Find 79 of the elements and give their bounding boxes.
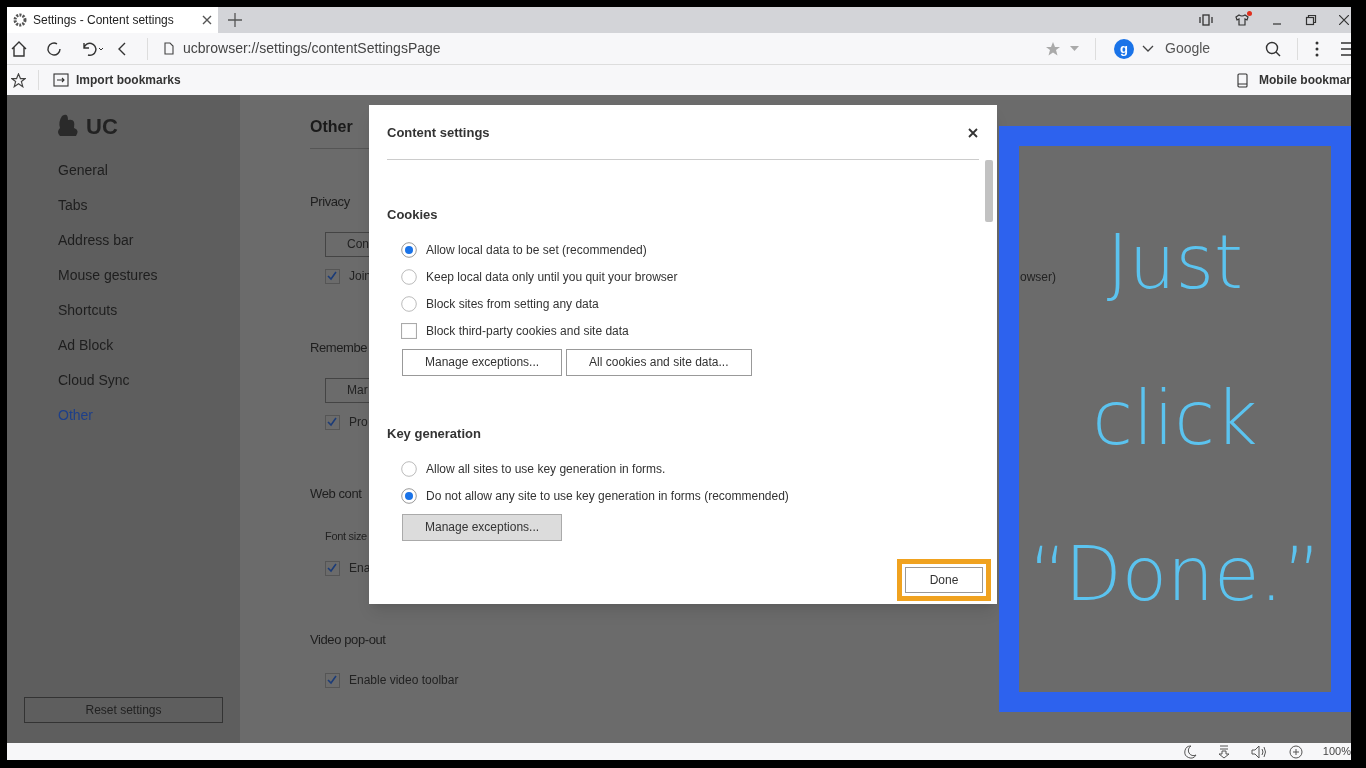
close-icon[interactable]	[1339, 15, 1349, 25]
import-bookmarks-link[interactable]: Import bookmarks	[76, 71, 181, 89]
setting-label: Font size	[325, 528, 367, 544]
annotation-text: click	[1092, 374, 1258, 463]
restore-icon[interactable]	[1305, 14, 1317, 26]
zoom-level[interactable]: 100%	[1322, 743, 1351, 760]
sidebar-item[interactable]: General	[7, 153, 240, 188]
checkbox[interactable]	[325, 414, 340, 430]
manage-button[interactable]: All cookies and site data...	[566, 348, 752, 376]
radio-button[interactable]	[401, 461, 417, 477]
page-icon	[164, 42, 174, 55]
radio-button[interactable]	[401, 242, 417, 258]
speaker-icon[interactable]	[1250, 744, 1269, 759]
radio-button[interactable]	[401, 269, 417, 285]
option-label: Do not allow any site to use key generation in forms (recommended)	[426, 488, 789, 505]
chevron-down-icon[interactable]	[1142, 44, 1154, 53]
download-icon[interactable]	[1216, 744, 1231, 759]
sidebar-item[interactable]: Address bar	[7, 223, 240, 258]
sidebar-item[interactable]: Tabs	[7, 188, 240, 223]
checkbox-label: Enable video toolbar	[349, 672, 459, 689]
reload-icon[interactable]	[46, 40, 62, 57]
search-engine-icon[interactable]: g	[1114, 38, 1134, 59]
reset-settings-button[interactable]: Reset settings	[24, 697, 223, 723]
checkbox[interactable]	[325, 560, 340, 576]
checkbox-label: Ena	[349, 560, 371, 577]
section-heading: Video pop-out	[310, 631, 386, 650]
section-heading: Remembe	[310, 339, 368, 358]
option-label: Allow all sites to use key generation in forms.	[426, 461, 666, 478]
dialog-title: Content settings	[387, 124, 490, 142]
close-icon[interactable]	[202, 15, 212, 25]
reader-icon[interactable]	[1199, 14, 1213, 26]
gear-icon	[13, 13, 27, 27]
back-icon[interactable]	[117, 40, 127, 57]
manage-button[interactable]: Manage exceptions...	[402, 348, 563, 376]
star-icon[interactable]	[1046, 41, 1060, 56]
star-outline-icon[interactable]	[11, 72, 26, 88]
sidebar-item[interactable]: Ad Block	[7, 328, 240, 363]
checkbox[interactable]	[325, 268, 340, 284]
checkbox-label: Pro	[349, 414, 368, 431]
sidebar-item[interactable]: Cloud Sync	[7, 363, 240, 398]
menu-icon[interactable]	[1341, 41, 1351, 56]
manage-button[interactable]: Manage exceptions...	[402, 513, 563, 541]
search-icon[interactable]	[1265, 40, 1281, 57]
option-label: Block sites from setting any data	[426, 296, 599, 313]
sidebar-item[interactable]: Mouse gestures	[7, 258, 240, 293]
home-icon[interactable]	[11, 40, 27, 57]
zoom-in-icon[interactable]	[1288, 744, 1303, 759]
annotation-text: “Done.”	[1028, 530, 1322, 619]
shirt-icon[interactable]	[1235, 14, 1249, 26]
annotation-text: Just	[1106, 218, 1244, 307]
mobile-bookmarks-link[interactable]: Mobile bookmar	[1259, 71, 1351, 89]
more-icon[interactable]	[1315, 40, 1319, 57]
close-icon[interactable]	[968, 127, 978, 138]
radio-button[interactable]	[401, 296, 417, 312]
option-label: Allow local data to be set (recommended)	[426, 242, 647, 259]
tab-title: Settings - Content settings	[33, 12, 175, 29]
section-heading: Privacy	[310, 193, 350, 212]
browser-tab[interactable]: Settings - Content settings	[7, 7, 218, 33]
undo-icon[interactable]	[81, 40, 105, 57]
address-field[interactable]: ucbrowser://settings/contentSettingsPage	[183, 38, 441, 59]
checkbox[interactable]	[325, 672, 340, 688]
page-title: Other	[310, 118, 353, 135]
search-field[interactable]: Google	[1165, 38, 1257, 59]
moon-icon[interactable]	[1182, 744, 1197, 759]
sidebar-item[interactable]: Shortcuts	[7, 293, 240, 328]
import-icon	[53, 73, 69, 87]
scrollbar-thumb[interactable]	[985, 160, 993, 222]
section-title: Key generation	[387, 424, 482, 443]
done-button[interactable]: Done	[905, 567, 983, 593]
phone-icon	[1237, 72, 1248, 88]
section-title: Cookies	[387, 205, 439, 224]
section-heading: Web cont	[310, 485, 362, 504]
logo-text: UC	[86, 112, 118, 141]
radio-button[interactable]	[401, 488, 417, 504]
option-text: owser)	[1020, 269, 1056, 286]
option-label: Keep local data only until you quit your browser	[426, 269, 678, 286]
option-label: Block third-party cookies and site data	[426, 323, 629, 340]
checkbox[interactable]	[401, 323, 417, 339]
new-tab-icon[interactable]	[228, 13, 242, 27]
